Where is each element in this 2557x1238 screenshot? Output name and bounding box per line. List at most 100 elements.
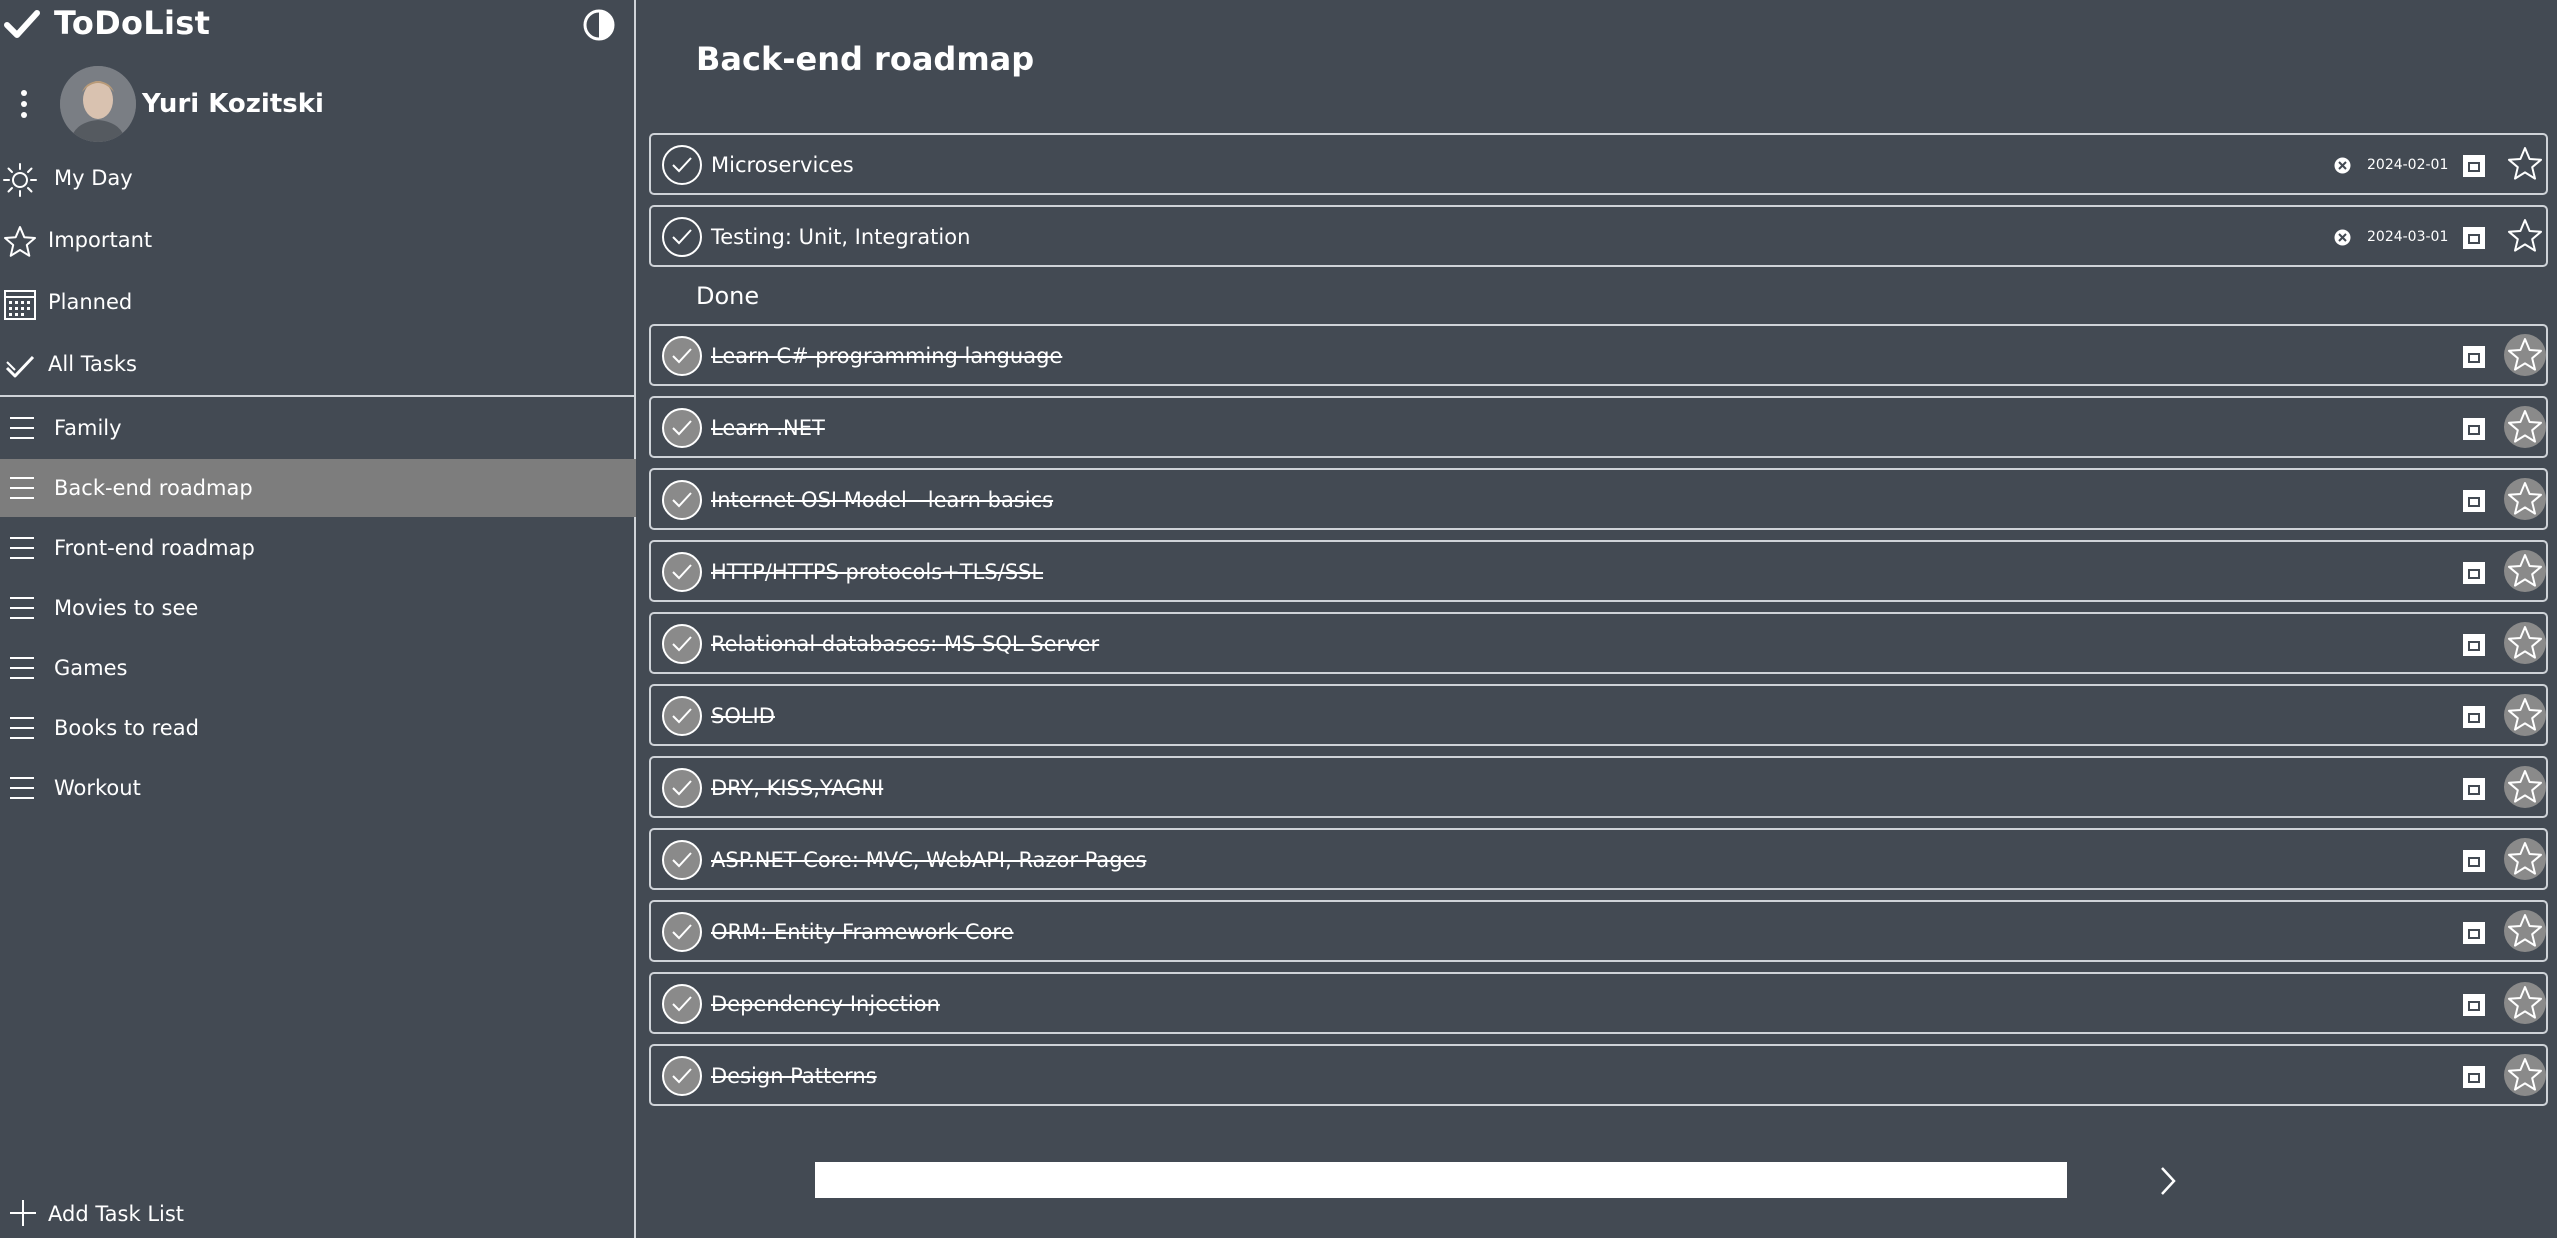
list-item-front-end-roadmap[interactable]: Front-end roadmap	[0, 519, 636, 577]
task-item[interactable]: Learn C# programming language	[649, 324, 2548, 386]
uncomplete-task-button[interactable]	[662, 408, 702, 448]
list-item-workout[interactable]: Workout	[0, 759, 636, 817]
check-icon	[672, 636, 692, 652]
uncomplete-task-button[interactable]	[662, 552, 702, 592]
sun-icon	[3, 163, 37, 197]
task-item[interactable]: Microservices 2024-02-01	[649, 133, 2548, 195]
task-item[interactable]: Design Patterns	[649, 1044, 2548, 1106]
star-toggle-button[interactable]	[2504, 838, 2546, 880]
task-title: ORM: Entity Framework Core	[711, 920, 1014, 944]
nav-item-my-day[interactable]: My Day	[0, 150, 636, 208]
remove-date-icon[interactable]	[2334, 229, 2351, 246]
task-title: Microservices	[711, 153, 854, 177]
task-item[interactable]: HTTP/HTTPS protocols+TLS/SSL	[649, 540, 2548, 602]
due-date: 2024-02-01	[2367, 157, 2449, 173]
check-icon	[672, 420, 692, 436]
uncomplete-task-button[interactable]	[662, 912, 702, 952]
star-toggle-button[interactable]	[2504, 694, 2546, 736]
list-item-back-end-roadmap[interactable]: Back-end roadmap	[0, 459, 636, 517]
star-toggle-button[interactable]	[2504, 910, 2546, 952]
nav-item-planned[interactable]: Planned	[0, 274, 636, 332]
theme-toggle-icon[interactable]	[582, 8, 616, 42]
sidebar-divider	[0, 395, 636, 397]
task-item[interactable]: SOLID	[649, 684, 2548, 746]
star-toggle-button[interactable]	[2504, 982, 2546, 1024]
calendar-button[interactable]	[2463, 418, 2485, 440]
task-title: Learn .NET	[711, 416, 825, 440]
star-icon	[2508, 1058, 2542, 1091]
complete-task-button[interactable]	[662, 145, 702, 185]
calendar-button[interactable]	[2463, 346, 2485, 368]
uncomplete-task-button[interactable]	[662, 984, 702, 1024]
uncomplete-task-button[interactable]	[662, 624, 702, 664]
uncomplete-task-button[interactable]	[662, 336, 702, 376]
task-item[interactable]: Internet OSI Model - learn basics	[649, 468, 2548, 530]
sidebar: ToDoList Yuri Kozitski My Day Important …	[0, 0, 636, 1238]
star-toggle-button[interactable]	[2504, 622, 2546, 664]
list-icon	[10, 417, 34, 439]
complete-task-button[interactable]	[662, 217, 702, 257]
check-icon	[672, 924, 692, 940]
task-item[interactable]: DRY, KISS,YAGNI	[649, 756, 2548, 818]
list-item-movies-to-see[interactable]: Movies to see	[0, 579, 636, 637]
calendar-button[interactable]	[2463, 227, 2485, 249]
page-title: Back-end roadmap	[696, 40, 1035, 78]
user-name: Yuri Kozitski	[142, 89, 324, 119]
calendar-button[interactable]	[2463, 634, 2485, 656]
task-item[interactable]: Dependency Injection	[649, 972, 2548, 1034]
task-title: Relational databases: MS SQL Server	[711, 632, 1100, 656]
calendar-button[interactable]	[2463, 1066, 2485, 1088]
star-toggle-button[interactable]	[2504, 215, 2546, 257]
uncomplete-task-button[interactable]	[662, 768, 702, 808]
star-toggle-button[interactable]	[2504, 143, 2546, 185]
app-title: ToDoList	[54, 4, 211, 42]
list-item-label: Books to read	[54, 716, 199, 740]
calendar-button[interactable]	[2463, 562, 2485, 584]
list-item-games[interactable]: Games	[0, 639, 636, 697]
nav-item-all-tasks[interactable]: All Tasks	[0, 336, 636, 394]
more-vertical-icon[interactable]	[12, 88, 36, 120]
calendar-button[interactable]	[2463, 994, 2485, 1016]
list-item-family[interactable]: Family	[0, 399, 636, 457]
calendar-button[interactable]	[2463, 706, 2485, 728]
calendar-button[interactable]	[2463, 155, 2485, 177]
check-icon	[672, 564, 692, 580]
check-icon	[672, 492, 692, 508]
star-toggle-button[interactable]	[2504, 550, 2546, 592]
add-task-list-button[interactable]: Add Task List	[0, 1190, 636, 1238]
star-toggle-button[interactable]	[2504, 478, 2546, 520]
nav-item-label: Planned	[48, 290, 133, 314]
list-item-books-to-read[interactable]: Books to read	[0, 699, 636, 757]
main-panel: Back-end roadmap Microservices 2024-02-0…	[638, 0, 2557, 1238]
calendar-icon	[4, 290, 36, 320]
remove-date-icon[interactable]	[2334, 157, 2351, 174]
uncomplete-task-button[interactable]	[662, 696, 702, 736]
calendar-button[interactable]	[2463, 778, 2485, 800]
task-item[interactable]: ASP.NET Core: MVC, WebAPI, Razor Pages	[649, 828, 2548, 890]
calendar-button[interactable]	[2463, 850, 2485, 872]
list-icon	[10, 537, 34, 559]
star-icon	[2508, 986, 2542, 1019]
avatar[interactable]	[60, 66, 136, 142]
new-task-input[interactable]	[815, 1162, 2067, 1198]
list-item-label: Movies to see	[54, 596, 199, 620]
star-toggle-button[interactable]	[2504, 1054, 2546, 1096]
task-item[interactable]: Testing: Unit, Integration 2024-03-01	[649, 205, 2548, 267]
uncomplete-task-button[interactable]	[662, 480, 702, 520]
check-icon	[672, 348, 692, 364]
task-item[interactable]: ORM: Entity Framework Core	[649, 900, 2548, 962]
star-icon	[2508, 147, 2542, 180]
task-item[interactable]: Learn .NET	[649, 396, 2548, 458]
task-title: Internet OSI Model - learn basics	[711, 488, 1054, 512]
uncomplete-task-button[interactable]	[662, 840, 702, 880]
uncomplete-task-button[interactable]	[662, 1056, 702, 1096]
chevron-right-icon[interactable]	[2153, 1164, 2183, 1198]
star-toggle-button[interactable]	[2504, 406, 2546, 448]
star-icon	[2508, 914, 2542, 947]
task-item[interactable]: Relational databases: MS SQL Server	[649, 612, 2548, 674]
calendar-button[interactable]	[2463, 490, 2485, 512]
star-toggle-button[interactable]	[2504, 766, 2546, 808]
calendar-button[interactable]	[2463, 922, 2485, 944]
star-toggle-button[interactable]	[2504, 334, 2546, 376]
nav-item-important[interactable]: Important	[0, 212, 636, 270]
